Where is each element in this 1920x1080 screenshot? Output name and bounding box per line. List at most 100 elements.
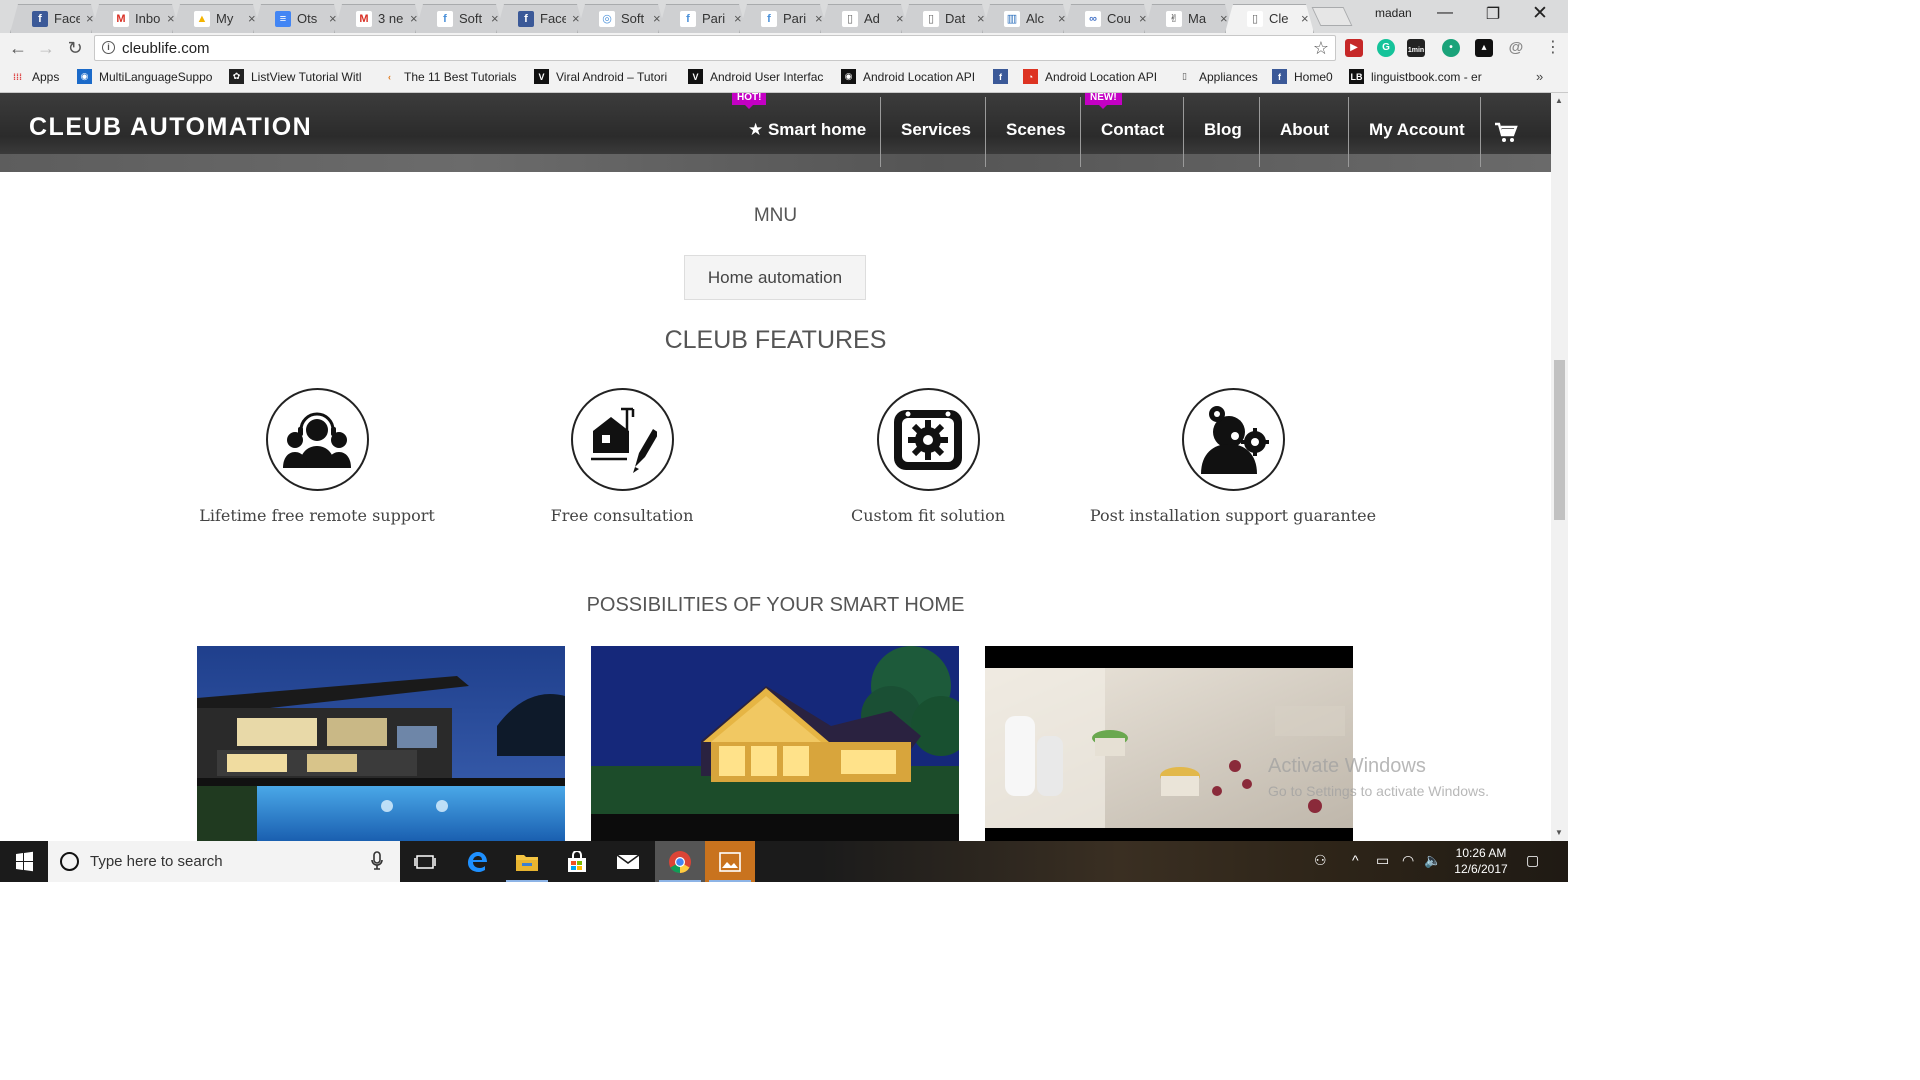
minimize-icon[interactable]: — [1430, 4, 1460, 22]
tab-close-icon[interactable]: × [491, 11, 499, 26]
browser-tab[interactable]: f Soft × [415, 4, 504, 33]
tab-close-icon[interactable]: × [572, 11, 580, 26]
browser-tab[interactable]: ▯ Dat × [901, 4, 990, 33]
tab-close-icon[interactable]: × [896, 11, 904, 26]
browser-menu-icon[interactable]: ⋮ [1545, 37, 1561, 57]
tab-close-icon[interactable]: × [248, 11, 256, 26]
at-extension-icon[interactable]: @ [1507, 39, 1525, 57]
microphone-icon[interactable] [370, 851, 384, 871]
volume-icon[interactable]: 🔈 [1424, 852, 1441, 869]
battery-icon[interactable]: ▭ [1376, 852, 1389, 869]
browser-tab[interactable]: ≡ Ots × [253, 4, 342, 33]
more-bookmarks-icon[interactable]: » [1536, 69, 1543, 84]
browser-tab[interactable]: M 3 ne × [334, 4, 423, 33]
scroll-up-arrow-icon[interactable]: ▲ [1555, 96, 1563, 105]
show-hidden-icons-icon[interactable]: ^ [1352, 852, 1359, 868]
browser-tab[interactable]: ∞ Cou × [1063, 4, 1152, 33]
wifi-icon[interactable]: ◠ [1402, 852, 1414, 869]
bookmark-item[interactable]: ⁞⁞⁞ Apps [10, 69, 70, 84]
nav-item[interactable]: Blog [1204, 120, 1242, 140]
nav-label[interactable]: About [1280, 120, 1329, 139]
browser-tab[interactable]: f Pari × [739, 4, 828, 33]
tab-close-icon[interactable]: × [410, 11, 418, 26]
restore-icon[interactable]: ❐ [1478, 4, 1508, 24]
cortana-icon[interactable] [60, 852, 79, 871]
new-tab-button[interactable] [1311, 7, 1353, 26]
tab-close-icon[interactable]: × [977, 11, 985, 26]
address-bar[interactable]: i cleublife.com ☆ [94, 35, 1336, 61]
one-min-extension-icon[interactable]: 1min [1407, 39, 1425, 57]
close-window-icon[interactable]: ✕ [1525, 2, 1555, 25]
address-url[interactable]: cleublife.com [122, 40, 210, 57]
chat-extension-icon[interactable]: • [1442, 39, 1460, 57]
cart-icon[interactable] [1494, 121, 1518, 145]
bookmark-item[interactable]: ✿ ListView Tutorial Witl [229, 69, 369, 84]
browser-tab[interactable]: f Pari × [658, 4, 747, 33]
bookmark-item[interactable]: f Home0 [1272, 69, 1342, 84]
tab-close-icon[interactable]: × [1058, 11, 1066, 26]
cartoon-house-night-photo[interactable] [591, 646, 959, 841]
tab-close-icon[interactable]: × [734, 11, 742, 26]
forward-icon[interactable]: → [36, 38, 56, 59]
extension-red-icon[interactable]: ▶ [1345, 39, 1363, 57]
bookmark-item[interactable]: ‹ The 11 Best Tutorials [382, 69, 522, 84]
tab-close-icon[interactable]: × [167, 11, 175, 26]
browser-tab[interactable]: ▥ Alc × [982, 4, 1071, 33]
bookmark-item[interactable]: V Viral Android – Tutori [534, 69, 674, 84]
nav-item[interactable]: Services [901, 120, 971, 140]
reload-icon[interactable]: ↻ [65, 38, 85, 59]
bookmark-item[interactable]: f [993, 69, 1013, 84]
tab-close-icon[interactable]: × [1220, 11, 1228, 26]
system-clock[interactable]: 10:26 AM 12/6/2017 [1444, 845, 1518, 877]
task-view-icon[interactable] [400, 841, 450, 882]
tab-close-icon[interactable]: × [1139, 11, 1147, 26]
windows-start-icon[interactable] [0, 841, 48, 882]
nav-label[interactable]: ★ Smart home [748, 120, 866, 139]
bookmark-item[interactable]: V Android User Interfac [688, 69, 828, 84]
nav-label[interactable]: My Account [1369, 120, 1465, 139]
nav-label[interactable]: Services [901, 120, 971, 139]
edge-browser-icon[interactable] [452, 841, 502, 882]
nav-label[interactable]: Blog [1204, 120, 1242, 139]
chrome-icon[interactable] [655, 841, 705, 882]
tab-close-icon[interactable]: × [653, 11, 661, 26]
grammarly-icon[interactable]: G [1377, 39, 1395, 57]
tab-close-icon[interactable]: × [815, 11, 823, 26]
dark-extension-icon[interactable]: ▴ [1475, 39, 1493, 57]
scroll-down-arrow-icon[interactable]: ▼ [1555, 828, 1563, 837]
nav-item[interactable]: My Account [1369, 120, 1465, 140]
tab-close-icon[interactable]: × [329, 11, 337, 26]
browser-tab[interactable]: ✌ Ma × [1144, 4, 1233, 33]
modern-house-photo[interactable] [197, 646, 565, 841]
action-center-icon[interactable]: ▢ [1526, 852, 1539, 869]
nav-label[interactable]: Scenes [1006, 120, 1066, 139]
nav-item[interactable]: About [1280, 120, 1329, 140]
browser-tab[interactable]: f Face × [496, 4, 585, 33]
page-scrollbar[interactable]: ▲ ▼ [1551, 93, 1568, 841]
scrollbar-thumb[interactable] [1554, 360, 1565, 520]
browser-tab[interactable]: f Face × [10, 4, 99, 33]
taskbar-search-box[interactable]: Type here to search [48, 841, 400, 882]
bookmark-item[interactable]: ▯ Appliances [1177, 69, 1267, 84]
nav-item[interactable]: ★ Smart home [748, 120, 866, 140]
nav-item[interactable]: Scenes [1006, 120, 1066, 140]
site-info-icon[interactable]: i [102, 41, 115, 54]
home-automation-button[interactable]: Home automation [684, 255, 866, 300]
file-explorer-icon[interactable] [502, 841, 552, 882]
bookmark-item[interactable]: ◔ Android Location API [1023, 69, 1163, 84]
profile-name[interactable]: madan [1375, 6, 1412, 20]
back-icon[interactable]: ← [8, 38, 28, 59]
tab-close-icon[interactable]: × [1301, 11, 1309, 26]
bookmark-item[interactable]: ◉ Android Location API [841, 69, 981, 84]
bookmark-item[interactable]: ◉ MultiLanguageSuppo [77, 69, 217, 84]
tab-close-icon[interactable]: × [86, 11, 94, 26]
browser-tab[interactable]: ▲ My × [172, 4, 261, 33]
browser-tab[interactable]: ▯ Ad × [820, 4, 909, 33]
kitchen-video-photo[interactable] [985, 646, 1353, 841]
photos-app-icon[interactable] [705, 841, 755, 882]
store-icon[interactable] [552, 841, 602, 882]
browser-tab[interactable]: M Inbo × [91, 4, 180, 33]
taskbar-search-placeholder[interactable]: Type here to search [90, 853, 223, 870]
nav-item[interactable]: Contact [1101, 120, 1164, 140]
nav-label[interactable]: Contact [1101, 120, 1164, 139]
